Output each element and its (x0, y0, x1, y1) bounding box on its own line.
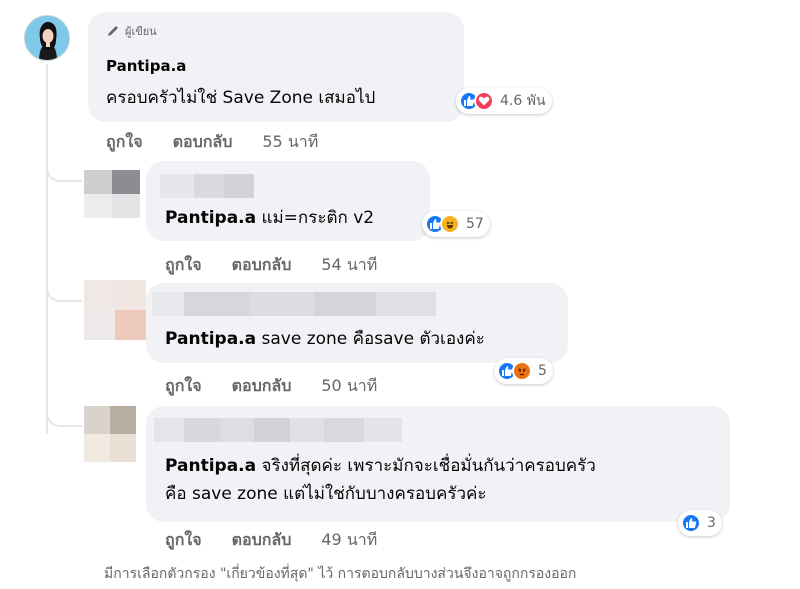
comment-text-body: แม่=กระติก v2 (256, 208, 375, 228)
like-button[interactable]: ถูกใจ (165, 253, 202, 278)
avatar[interactable] (84, 170, 140, 218)
reply-button[interactable]: ตอบกลับ (232, 528, 292, 553)
like-reaction-icon (681, 513, 701, 533)
comment-author[interactable]: Pantipa.a (106, 57, 186, 75)
like-button[interactable]: ถูกใจ (165, 374, 202, 399)
comment-text-body: จริงที่สุดค่ะ เพราะมักจะเชื่อมั่นกันว่าค… (256, 456, 596, 476)
comment-text-line2: คือ save zone แต่ไม่ใช่กับบางครอบครัวค่ะ (165, 484, 487, 504)
reaction-summary[interactable]: 4.6 พัน (456, 88, 552, 114)
comment-text: ครอบครัวไม่ใช่ Save Zone เสมอไป (106, 88, 376, 108)
timestamp[interactable]: 55 นาที (262, 130, 318, 155)
avatar[interactable] (84, 406, 136, 462)
thread-branch (46, 280, 82, 302)
timestamp[interactable]: 50 นาที (321, 374, 377, 399)
avatar[interactable] (24, 15, 70, 61)
mention-link[interactable]: Pantipa.a (165, 329, 256, 349)
like-button[interactable]: ถูกใจ (165, 528, 202, 553)
reaction-count: 5 (538, 363, 547, 379)
comment-actions: ถูกใจ ตอบกลับ 54 นาที (165, 253, 377, 278)
mention-link[interactable]: Pantipa.a (165, 208, 256, 228)
reaction-summary[interactable]: 3 (678, 510, 722, 536)
mention-link[interactable]: Pantipa.a (165, 456, 256, 476)
reaction-count: 4.6 พัน (500, 93, 546, 109)
comment-text: Pantipa.a จริงที่สุดค่ะ เพราะมักจะเชื่อม… (165, 452, 596, 480)
reaction-count: 3 (707, 515, 716, 531)
angry-reaction-icon (512, 361, 532, 381)
author-badge-label: ผู้เขียน (125, 25, 157, 38)
reply-button[interactable]: ตอบกลับ (232, 374, 292, 399)
timestamp[interactable]: 54 นาที (321, 253, 377, 278)
avatar[interactable] (84, 280, 146, 340)
like-button[interactable]: ถูกใจ (106, 130, 143, 155)
pen-icon (108, 26, 118, 36)
blurred-author-name (154, 418, 402, 442)
comment-text: Pantipa.a แม่=กระติก v2 (165, 204, 374, 232)
thread-branch (46, 405, 82, 427)
reply-button[interactable]: ตอบกลับ (232, 253, 292, 278)
blurred-author-name (160, 174, 254, 198)
reaction-summary[interactable]: 57 (422, 211, 490, 237)
love-reaction-icon (474, 91, 494, 111)
comment-actions: ถูกใจ ตอบกลับ 50 นาที (165, 374, 377, 399)
haha-reaction-icon (440, 214, 460, 234)
reaction-summary[interactable]: 5 (494, 358, 553, 384)
comment-text: Pantipa.a save zone คือsave ตัวเองค่ะ (165, 325, 485, 353)
filter-notice: มีการเลือกตัวกรอง "เกี่ยวข้องที่สุด" ไว้… (104, 566, 577, 582)
author-badge: ผู้เขียน (106, 22, 157, 40)
thread-branch (46, 160, 82, 182)
blurred-author-name (152, 292, 436, 316)
comment-actions: ถูกใจ ตอบกลับ 49 นาที (165, 528, 377, 553)
thread-line (46, 64, 48, 434)
reaction-count: 57 (466, 216, 484, 232)
reply-button[interactable]: ตอบกลับ (173, 130, 233, 155)
avatar-portrait-icon (25, 16, 69, 60)
timestamp[interactable]: 49 นาที (321, 528, 377, 553)
comment-actions: ถูกใจ ตอบกลับ 55 นาที (106, 130, 318, 155)
comment-text-body: save zone คือsave ตัวเองค่ะ (256, 329, 485, 349)
